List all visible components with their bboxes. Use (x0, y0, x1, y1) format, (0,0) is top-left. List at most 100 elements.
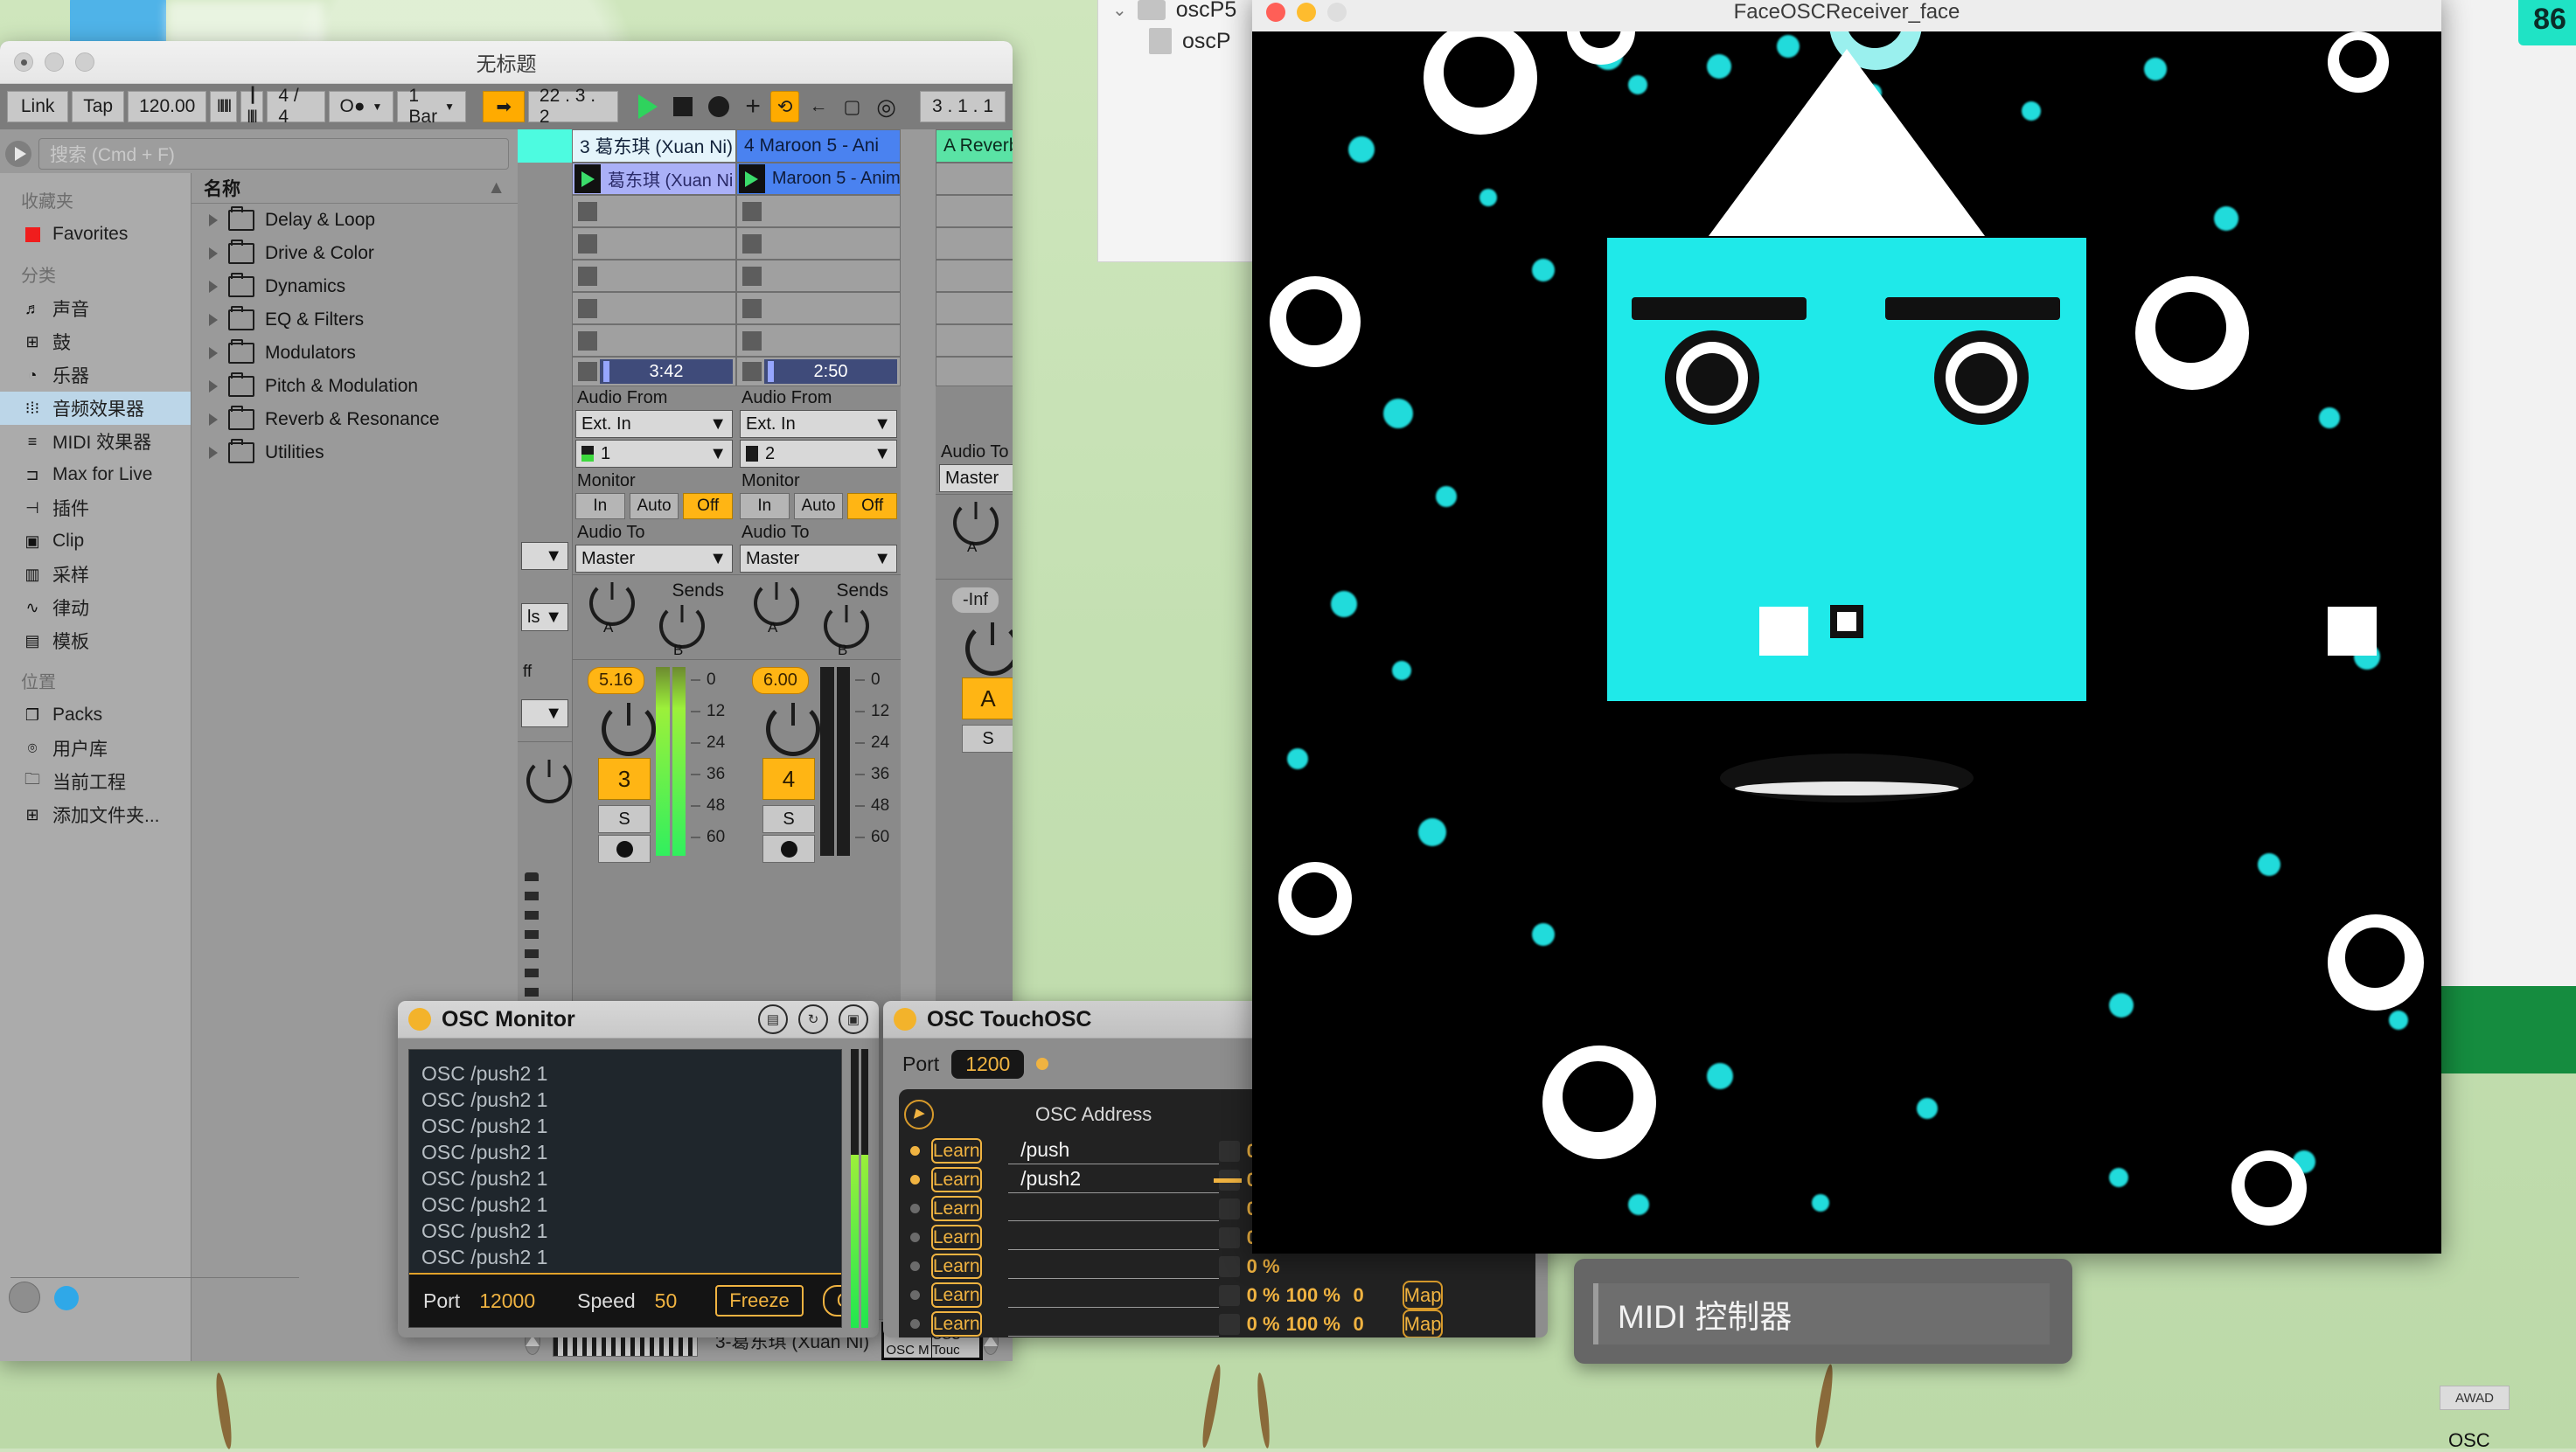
track-length-row[interactable]: 3:42 (572, 357, 736, 386)
port-value[interactable]: 1200 (951, 1049, 1025, 1079)
learn-button[interactable]: Learn (930, 1224, 982, 1250)
clip-slot[interactable] (936, 357, 1013, 386)
clip-slot[interactable] (736, 292, 901, 324)
osc-address-input[interactable] (1008, 1225, 1219, 1250)
mapping-row[interactable]: Learn 0 % (899, 1252, 1535, 1281)
audio-from-select[interactable]: Ext. In ▼ (575, 410, 733, 438)
audio-from-select[interactable]: Ext. In ▼ (740, 410, 897, 438)
solo-button[interactable]: S (598, 805, 651, 833)
sidebar-item-user-library[interactable]: ⌾ 用户库 (0, 732, 191, 765)
sidebar-item-audio-effects[interactable]: ⁝⁞⁝ 音频效果器 (0, 392, 191, 425)
solo-button[interactable]: S (762, 805, 815, 833)
sidebar-item-drums[interactable]: ⊞ 鼓 (0, 325, 191, 358)
stop-clip-icon[interactable] (742, 201, 762, 221)
stop-clip-icon[interactable] (742, 330, 762, 351)
min-toggle[interactable] (1218, 1140, 1240, 1162)
sidebar-item-midi-effects[interactable]: ≡ MIDI 效果器 (0, 425, 191, 458)
clip-slot-playing[interactable]: Maroon 5 - Anim (736, 163, 901, 195)
sort-asc-icon[interactable]: ▲ (487, 177, 505, 198)
loop-icon[interactable]: ▢ (837, 92, 867, 122)
sidebar-item-templates[interactable]: ▤ 模板 (0, 624, 191, 657)
processing-sketch-window[interactable]: FaceOSCReceiver_face (1252, 0, 2441, 1254)
max-window-dot-icon[interactable] (894, 1008, 916, 1031)
clip-slot[interactable] (936, 292, 1013, 324)
osc-address-input[interactable] (1008, 1282, 1219, 1308)
clip-slot[interactable] (936, 260, 1013, 292)
play-icon[interactable] (632, 92, 664, 122)
tempo-field[interactable]: 120.00 (128, 91, 207, 122)
chevron-right-icon[interactable] (209, 214, 218, 226)
browser-help-icon[interactable] (54, 1286, 79, 1310)
stop-clip-icon[interactable] (578, 201, 597, 221)
partial-io-select[interactable]: ▼ (521, 699, 568, 727)
track-length-row[interactable]: 2:50 (736, 357, 901, 386)
link-button[interactable]: Link (7, 91, 69, 122)
max-window-dot-icon[interactable] (408, 1008, 431, 1031)
max-refresh-icon[interactable]: ↻ (798, 1004, 828, 1034)
osc-monitor-window[interactable]: OSC Monitor ▤ ↻ ▣ OSC /push2 1 OSC /push… (398, 1001, 879, 1337)
sidebar-item-grooves[interactable]: ∿ 律动 (0, 591, 191, 624)
clip-slot-playing[interactable]: 葛东琪 (Xuan Ni (572, 163, 736, 195)
record-arm-icon[interactable] (598, 835, 651, 863)
min-toggle[interactable] (1213, 1169, 1242, 1191)
osc-monitor-console[interactable]: OSC /push2 1 OSC /push2 1 OSC /push2 1 O… (408, 1049, 842, 1328)
sidebar-item-plugins[interactable]: ⊣ 插件 (0, 491, 191, 525)
live-control-bar[interactable]: Link Tap 120.00 ‖‖‖ |‖‖ 4 / 4 O● ▼ 1 Bar ▼… (0, 84, 1013, 129)
stop-icon[interactable] (667, 92, 699, 122)
track-column-1[interactable]: 3 葛东琪 (Xuan Ni) 葛东琪 (Xuan Ni 3:42 Audio … (572, 129, 736, 863)
list-item[interactable]: Delay & Loop (191, 204, 518, 237)
freeze-button[interactable]: Freeze (715, 1285, 804, 1317)
audio-to-select[interactable]: Master ▼ (575, 545, 733, 573)
back-arrow-icon[interactable]: ← (803, 92, 833, 122)
stop-clip-icon[interactable] (578, 330, 597, 351)
chevron-down-icon[interactable]: ⌄ (1112, 0, 1127, 21)
stop-clip-icon[interactable] (578, 266, 597, 286)
learn-button[interactable]: Learn (930, 1166, 982, 1192)
browser-sidebar[interactable]: 收藏夹 Favorites 分类 ♬ 声音 ⊞ 鼓 ◔ 乐器 ⁝⁞⁝ 音频效果器 ≡ MI… (0, 173, 191, 1361)
list-item[interactable]: Drive & Color (191, 237, 518, 270)
list-item[interactable]: Reverb & Resonance (191, 403, 518, 436)
sidebar-item-packs[interactable]: ❐ Packs (0, 698, 191, 732)
solo-button[interactable]: S (962, 725, 1013, 753)
track-activator-button[interactable]: A (962, 677, 1013, 719)
midi-link-icon[interactable]: ⟲ (769, 91, 800, 122)
monitor-auto-button[interactable]: Auto (793, 493, 844, 519)
record-quantize-icon[interactable]: O● ▼ (328, 91, 394, 122)
mixer-section[interactable]: 5.16 3 S 0 12 24 36 48 60 (572, 659, 736, 863)
record-arm-icon[interactable] (762, 835, 815, 863)
stop-icon[interactable] (578, 362, 597, 381)
osc-address-input[interactable]: /push (1008, 1138, 1219, 1164)
osc-address-input[interactable] (1008, 1311, 1219, 1337)
sidebar-item-sounds[interactable]: ♬ 声音 (0, 292, 191, 325)
search-input[interactable]: 搜索 (Cmd + F) (38, 138, 509, 170)
min-toggle[interactable] (1218, 1313, 1240, 1335)
chevron-right-icon[interactable] (209, 314, 218, 326)
chevron-right-icon[interactable] (209, 380, 218, 393)
input-channel-select[interactable]: 1 ▼ (575, 440, 733, 468)
min-toggle[interactable] (1218, 1198, 1240, 1219)
chevron-right-icon[interactable] (209, 247, 218, 260)
track-column-2[interactable]: 4 Maroon 5 - Ani Maroon 5 - Anim 2:50 Au… (736, 129, 901, 863)
follow-arrow-icon[interactable]: ➡ (483, 91, 525, 122)
learn-button[interactable]: Learn (930, 1282, 982, 1308)
sidebar-item-clip[interactable]: ▣ Clip (0, 525, 191, 558)
track-title[interactable]: 3 葛东琪 (Xuan Ni) (572, 129, 736, 163)
clip-slot[interactable] (572, 324, 736, 357)
list-item[interactable]: Modulators (191, 337, 518, 370)
monitor-off-button[interactable]: Off (683, 493, 734, 519)
track-title[interactable]: A Reverb (936, 129, 1013, 163)
monitor-auto-button[interactable]: Auto (629, 493, 679, 519)
mapping-row[interactable]: Learn 0 % 100 % 0 Map (899, 1280, 1535, 1310)
tap-tempo-button[interactable]: Tap (72, 91, 125, 122)
map-button[interactable]: Map (1402, 1309, 1444, 1337)
mixer-section[interactable]: 6.00 4 S 0 12 24 36 48 60 (736, 659, 901, 863)
sends-section[interactable]: Sends A (936, 494, 1013, 579)
chevron-right-icon[interactable] (209, 347, 218, 359)
background-app-small-button[interactable]: AWAD (2440, 1386, 2510, 1410)
loop-position-field[interactable]: 3 . 1 . 1 (919, 91, 1006, 122)
plus-icon[interactable]: + (739, 92, 767, 122)
partial-sends[interactable] (518, 741, 572, 826)
chevron-right-icon[interactable] (209, 413, 218, 426)
monitor-group[interactable]: In Auto Off (736, 491, 901, 521)
play-circle-icon[interactable]: ▶ (904, 1100, 934, 1129)
